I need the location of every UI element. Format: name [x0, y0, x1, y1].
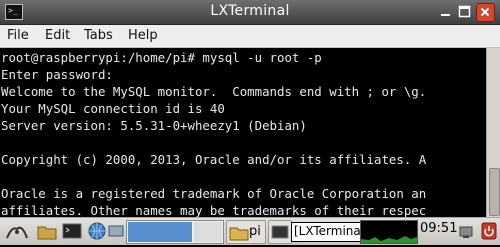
terminal-line: Oracle is a registered trademark of Orac… [1, 186, 427, 201]
window-icon [271, 225, 289, 239]
lxde-logo-icon [6, 226, 28, 239]
menu-bar: File Edit Tabs Help [0, 25, 500, 48]
minimize-button[interactable] [437, 3, 454, 20]
tray-network[interactable] [458, 220, 474, 242]
browser-launcher[interactable] [86, 220, 108, 242]
terminal-icon [62, 223, 82, 239]
taskbar: pi [LXTerminal] 09:51 [0, 217, 500, 245]
globe-icon [88, 222, 106, 240]
desktop-pager-launcher[interactable] [108, 220, 124, 242]
taskbar-folder-window[interactable]: pi [226, 220, 266, 244]
terminal-output[interactable]: root@raspberrypi:/home/pi# mysql -u root… [0, 48, 486, 217]
menu-edit[interactable]: Edit [45, 28, 70, 43]
window-title: LXTerminal [210, 3, 290, 19]
taskbar-folder-label: pi [249, 224, 261, 239]
workspace-pager[interactable] [126, 220, 224, 244]
close-icon [480, 7, 490, 17]
workspace-1[interactable] [128, 222, 192, 242]
file-manager-launcher[interactable] [36, 220, 58, 242]
terminal-line: Enter password: [1, 67, 113, 82]
cpu-graph-icon [361, 236, 417, 243]
terminal-line: Copyright (c) 2000, 2013, Oracle and/or … [1, 152, 427, 167]
menu-help[interactable]: Help [128, 28, 158, 43]
terminal-line: Server version: 5.5.31-0+wheezy1 (Debian… [1, 118, 307, 133]
maximize-button[interactable] [456, 3, 473, 20]
terminal-scrollbar[interactable] [486, 48, 500, 217]
taskbar-terminal-label: [LXTerminal] [294, 224, 369, 238]
terminal-line: affiliates. Other names may be trademark… [1, 203, 427, 217]
network-icon [459, 226, 473, 238]
power-icon [481, 222, 497, 240]
close-button[interactable] [476, 3, 495, 22]
maximize-icon [458, 5, 471, 18]
menu-tabs[interactable]: Tabs [84, 28, 113, 43]
clock[interactable]: 09:51 [420, 221, 457, 236]
start-menu-button[interactable] [2, 220, 32, 242]
desktop-icon [108, 225, 124, 237]
tray-power[interactable] [480, 220, 498, 242]
scrollbar-thumb[interactable] [489, 168, 500, 216]
terminal-line: root@raspberrypi:/home/pi# mysql -u root… [1, 50, 322, 65]
workspace-2[interactable] [194, 222, 222, 242]
folder-icon [37, 226, 57, 240]
terminal-launcher[interactable] [61, 220, 83, 242]
menu-file[interactable]: File [7, 28, 29, 43]
folder-icon [229, 227, 249, 241]
title-bar: >_ LXTerminal [0, 0, 500, 25]
taskbar-window-button[interactable] [268, 220, 292, 244]
minimize-icon [441, 14, 450, 16]
terminal-line: Welcome to the MySQL monitor. Commands e… [1, 84, 427, 99]
cpu-monitor [360, 220, 418, 244]
terminal-line: Your MySQL connection id is 40 [1, 101, 225, 116]
